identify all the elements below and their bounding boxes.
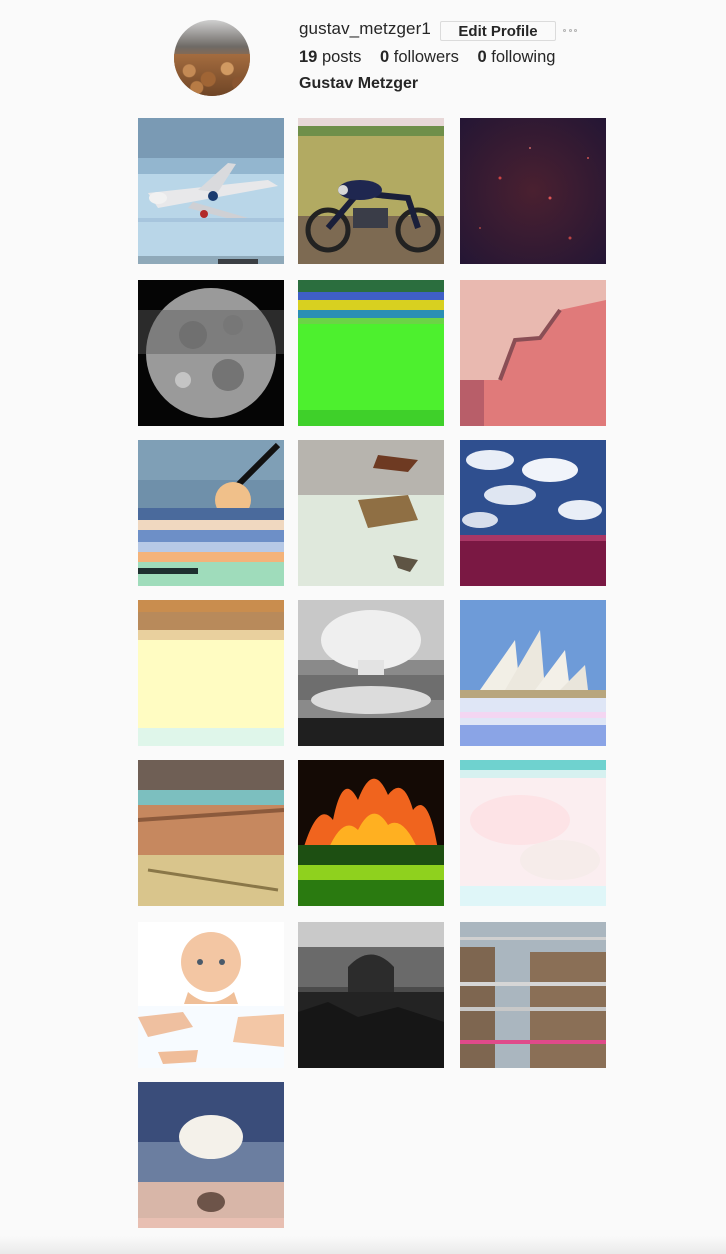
following-label: following [491, 48, 556, 66]
post-missile[interactable] [138, 440, 284, 586]
profile-header: gustav_metzger1 Edit Profile 19 posts 0 … [0, 0, 726, 110]
post-nuclear-cloud[interactable] [138, 1082, 284, 1228]
post-dark-starfield[interactable] [460, 118, 606, 264]
following-count: 0 [477, 48, 487, 66]
post-hiroshima-dome[interactable] [298, 922, 444, 1068]
post-mushroom-cloud-bw[interactable] [298, 600, 444, 746]
edit-profile-button[interactable]: Edit Profile [440, 21, 556, 41]
post-pink-wall[interactable] [460, 280, 606, 426]
avatar-image [174, 54, 250, 96]
username: gustav_metzger1 [299, 19, 431, 38]
profile-stats: 19 posts 0 followers 0 following [299, 48, 569, 67]
post-pastel-glitch[interactable] [460, 760, 606, 906]
post-clouds[interactable] [460, 440, 606, 586]
post-baby-doll[interactable] [138, 922, 284, 1068]
post-fire[interactable] [298, 760, 444, 906]
avatar[interactable] [174, 20, 250, 96]
followers-label: followers [393, 48, 459, 66]
post-debris[interactable] [298, 440, 444, 586]
post-green-glitch[interactable] [298, 280, 444, 426]
followers-stat[interactable]: 0 followers [380, 48, 459, 67]
post-opera-house[interactable] [460, 600, 606, 746]
posts-label: posts [321, 48, 362, 66]
page-bottom-shadow [0, 1236, 726, 1254]
post-airplane[interactable] [138, 118, 284, 264]
following-stat[interactable]: 0 following [477, 48, 555, 67]
followers-count: 0 [379, 48, 390, 66]
post-stone-wall[interactable] [460, 922, 606, 1068]
post-rubble[interactable] [138, 760, 284, 906]
posts-stat: 19 posts [299, 48, 361, 67]
post-yellow-interior[interactable] [138, 600, 284, 746]
full-name: Gustav Metzger [299, 75, 419, 92]
posts-count: 19 [299, 48, 318, 66]
post-moon[interactable] [138, 280, 284, 426]
more-options-icon[interactable] [563, 23, 577, 37]
post-motorcycle[interactable] [298, 118, 444, 264]
